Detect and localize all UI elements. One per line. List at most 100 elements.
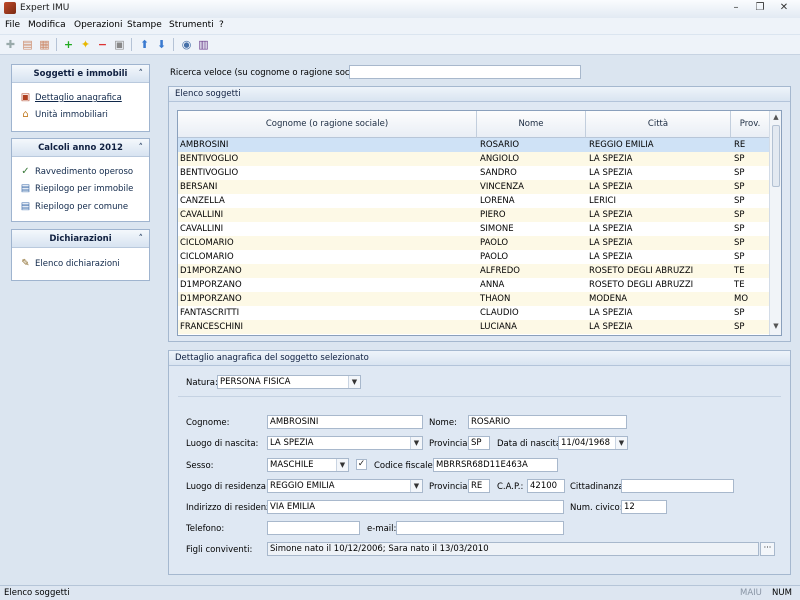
menu-bar: File Modifica Operazioni Stampe Strument… — [0, 18, 800, 34]
codice-fiscale-field[interactable]: MBRRSR68D11E463A — [433, 458, 558, 472]
codice-fiscale-checkbox[interactable]: ✓ — [356, 459, 367, 470]
provincia-residenza-field[interactable]: RE — [468, 479, 490, 493]
table-row[interactable]: D1MPORZANO THAON MODENA MO — [178, 292, 770, 306]
column-header-cognome[interactable]: Cognome (o ragione sociale) — [178, 111, 477, 138]
save-icon[interactable]: ▣ — [112, 37, 127, 52]
sidebar-item-elenco-dichiarazioni[interactable]: ✎ Elenco dichiarazioni — [20, 257, 120, 271]
cognome-label: Cognome: — [186, 418, 230, 428]
remove-icon[interactable]: − — [95, 37, 110, 52]
cittadinanza-field[interactable] — [621, 479, 734, 493]
email-label: e-mail: — [367, 524, 397, 534]
check-circle-icon: ✓ — [21, 166, 30, 177]
column-header-prov[interactable]: Prov. — [731, 111, 770, 138]
chevron-up-icon[interactable]: ˄ — [139, 230, 144, 248]
nome-field[interactable]: ROSARIO — [468, 415, 627, 429]
provincia-nascita-field[interactable]: SP — [468, 436, 490, 450]
chevron-up-icon[interactable]: ˄ — [139, 139, 144, 157]
sidebar-item-ravvedimento[interactable]: ✓ Ravvedimento operoso — [20, 165, 133, 179]
table-row[interactable]: D1MPORZANO ALFREDO ROSETO DEGLI ABRUZZI TE — [178, 264, 770, 278]
natura-select[interactable]: PERSONA FISICA ▼ — [217, 375, 361, 389]
table-row[interactable]: CICLOMARIO PAOLO LA SPEZIA SP — [178, 250, 770, 264]
table-cell: SP — [734, 182, 745, 192]
data-nascita-label: Data di nascita: — [497, 439, 564, 449]
table-cell: ROSARIO — [480, 140, 520, 150]
arrow-down-icon[interactable]: ⬇ — [154, 37, 169, 52]
scroll-thumb[interactable] — [772, 125, 780, 187]
sidebar-item-dettaglio-anagrafica[interactable]: ▣ Dettaglio anagrafica — [20, 91, 122, 105]
menu-file[interactable]: File — [5, 20, 20, 30]
scroll-down-icon[interactable]: ▼ — [771, 322, 781, 332]
luogo-residenza-select[interactable]: REGGIO EMILIA ▼ — [267, 479, 423, 493]
table-cell: SP — [734, 154, 745, 164]
sidebar-item-riepilogo-comune[interactable]: ▤ Riepilogo per comune — [20, 200, 128, 214]
table-row[interactable]: CAVALLINI PIERO LA SPEZIA SP — [178, 208, 770, 222]
restore-button[interactable]: ❐ — [749, 0, 771, 16]
table-row[interactable]: CANZELLA LORENA LERICI SP — [178, 194, 770, 208]
indirizzo-label: Indirizzo di residenza: — [186, 503, 279, 513]
menu-strumenti[interactable]: Strumenti — [169, 20, 214, 30]
menu-help[interactable]: ? — [219, 20, 224, 30]
cap-field[interactable]: 42100 — [527, 479, 565, 493]
table-row[interactable]: CAVALLINI SIMONE LA SPEZIA SP — [178, 222, 770, 236]
natura-label: Natura: — [186, 378, 218, 388]
civico-field[interactable]: 12 — [621, 500, 667, 514]
table-row[interactable]: FANTASCRITTI CLAUDIO LA SPEZIA SP — [178, 306, 770, 320]
search-input[interactable] — [349, 65, 581, 79]
sesso-label: Sesso: — [186, 461, 214, 471]
figli-browse-button[interactable]: ··· — [760, 542, 775, 556]
sidebar-item-riepilogo-immobile[interactable]: ▤ Riepilogo per immobile — [20, 182, 134, 196]
panel-header[interactable]: Calcoli anno 2012 ˄ — [12, 139, 149, 157]
close-button[interactable]: ✕ — [773, 0, 795, 16]
natura-value: PERSONA FISICA — [220, 377, 291, 387]
data-nascita-field[interactable]: 11/04/1968 ▼ — [558, 436, 628, 450]
panel-header[interactable]: Soggetti e immobili ˄ — [12, 65, 149, 83]
table-row[interactable]: CICLOMARIO PAOLO LA SPEZIA SP — [178, 236, 770, 250]
chevron-down-icon[interactable]: ▼ — [348, 376, 360, 388]
chevron-down-icon[interactable]: ▼ — [410, 437, 422, 449]
arrow-up-icon[interactable]: ⬆ — [137, 37, 152, 52]
table-row[interactable]: AMBROSINI ROSARIO REGGIO EMILIA RE — [178, 138, 770, 152]
table-row[interactable]: D1MPORZANO ANNA ROSETO DEGLI ABRUZZI TE — [178, 278, 770, 292]
telefono-field[interactable] — [267, 521, 360, 535]
chevron-down-icon[interactable]: ▼ — [410, 480, 422, 492]
column-header-citta[interactable]: Città — [586, 111, 731, 138]
panel-dichiarazioni: Dichiarazioni ˄ ✎ Elenco dichiarazioni — [11, 229, 150, 281]
table-row[interactable]: FRANCESCHINI LUCIANA LA SPEZIA SP — [178, 320, 770, 334]
table-row[interactable]: BENTIVOGLIO ANGIOLO LA SPEZIA SP — [178, 152, 770, 166]
menu-operazioni[interactable]: Operazioni — [74, 20, 123, 30]
luogo-nascita-select[interactable]: LA SPEZIA ▼ — [267, 436, 423, 450]
scroll-up-icon[interactable]: ▲ — [771, 113, 781, 123]
panel-header[interactable]: Dichiarazioni ˄ — [12, 230, 149, 248]
document-icon[interactable]: ▤ — [20, 37, 35, 52]
sesso-select[interactable]: MASCHILE ▼ — [267, 458, 349, 472]
new-icon[interactable]: ✚ — [3, 37, 18, 52]
copy-icon[interactable]: ▦ — [37, 37, 52, 52]
email-field[interactable] — [396, 521, 564, 535]
chevron-down-icon[interactable]: ▼ — [615, 437, 627, 449]
menu-modifica[interactable]: Modifica — [28, 20, 66, 30]
figli-field[interactable]: Simone nato il 10/12/2006; Sara nato il … — [267, 542, 759, 556]
table-cell: LERICI — [589, 196, 616, 206]
table-cell: SP — [734, 168, 745, 178]
menu-stampe[interactable]: Stampe — [127, 20, 162, 30]
cognome-field[interactable]: AMBROSINI — [267, 415, 423, 429]
table-scrollbar[interactable]: ▲ ▼ — [769, 111, 781, 335]
exit-icon[interactable]: ▥ — [196, 37, 211, 52]
chevron-down-icon[interactable]: ▼ — [336, 459, 348, 471]
table-cell: FANTASCRITTI — [180, 308, 240, 318]
star-icon[interactable]: ✦ — [78, 37, 93, 52]
table-row[interactable]: BERSANI VINCENZA LA SPEZIA SP — [178, 180, 770, 194]
subjects-table[interactable]: Cognome (o ragione sociale) Nome Città P… — [177, 110, 782, 336]
sidebar-item-unita-immobiliari[interactable]: ⌂ Unità immobiliari — [20, 108, 108, 122]
minimize-button[interactable]: – — [725, 0, 747, 16]
table-row[interactable]: BENTIVOGLIO SANDRO LA SPEZIA SP — [178, 166, 770, 180]
table-cell: CICLOMARIO — [180, 238, 234, 248]
column-header-nome[interactable]: Nome — [477, 111, 586, 138]
pen-icon: ✎ — [21, 258, 30, 269]
help-icon[interactable]: ◉ — [179, 37, 194, 52]
add-icon[interactable]: + — [61, 37, 76, 52]
chevron-up-icon[interactable]: ˄ — [139, 65, 144, 83]
title-bar: Expert IMU – ❐ ✕ — [0, 0, 800, 18]
indirizzo-field[interactable]: VIA EMILIA — [267, 500, 564, 514]
telefono-label: Telefono: — [186, 524, 225, 534]
